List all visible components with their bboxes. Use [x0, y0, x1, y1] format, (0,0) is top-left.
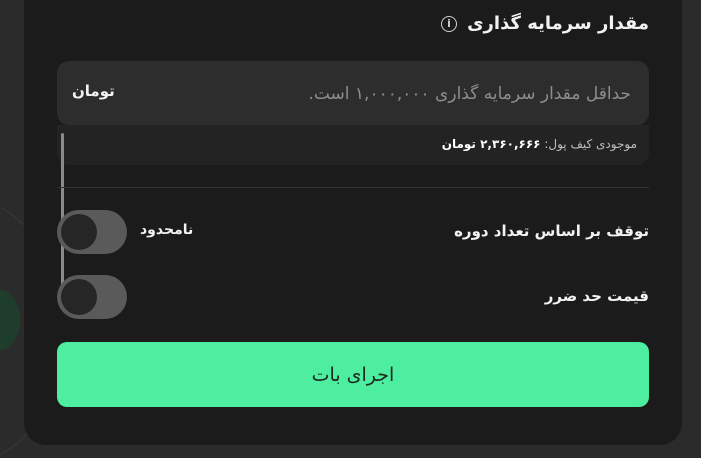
run-bot-button[interactable]: اجرای بات — [57, 342, 649, 407]
info-icon[interactable]: i — [441, 15, 458, 32]
investment-amount-title: مقدار سرمایه گذاری — [467, 13, 649, 34]
toggle-knob — [61, 214, 97, 250]
investment-amount-input[interactable] — [189, 61, 633, 127]
toggle-knob — [61, 279, 97, 315]
unlimited-label: نامحدود — [140, 222, 194, 238]
stop-loss-toggle[interactable] — [57, 275, 127, 319]
currency-unit-label: تومان — [72, 82, 115, 100]
investment-amount-field[interactable]: تومان — [57, 61, 649, 127]
stop-by-periods-label: توقف بر اساس تعداد دوره — [454, 222, 649, 240]
stop-by-periods-toggle[interactable] — [57, 210, 127, 254]
stop-loss-label: قیمت حد ضرر — [544, 287, 649, 305]
divider — [57, 187, 649, 188]
wallet-balance-label: موجودی کیف پول: — [544, 137, 637, 151]
wallet-balance-amount: ۲,۳۶۰,۶۶۶ تومان — [441, 137, 541, 151]
wallet-balance-row: موجودی کیف پول: ۲,۳۶۰,۶۶۶ تومان — [57, 125, 649, 165]
wallet-balance: موجودی کیف پول: ۲,۳۶۰,۶۶۶ تومان — [442, 137, 637, 151]
investment-amount-heading: مقدار سرمایه گذاری i — [441, 13, 649, 34]
